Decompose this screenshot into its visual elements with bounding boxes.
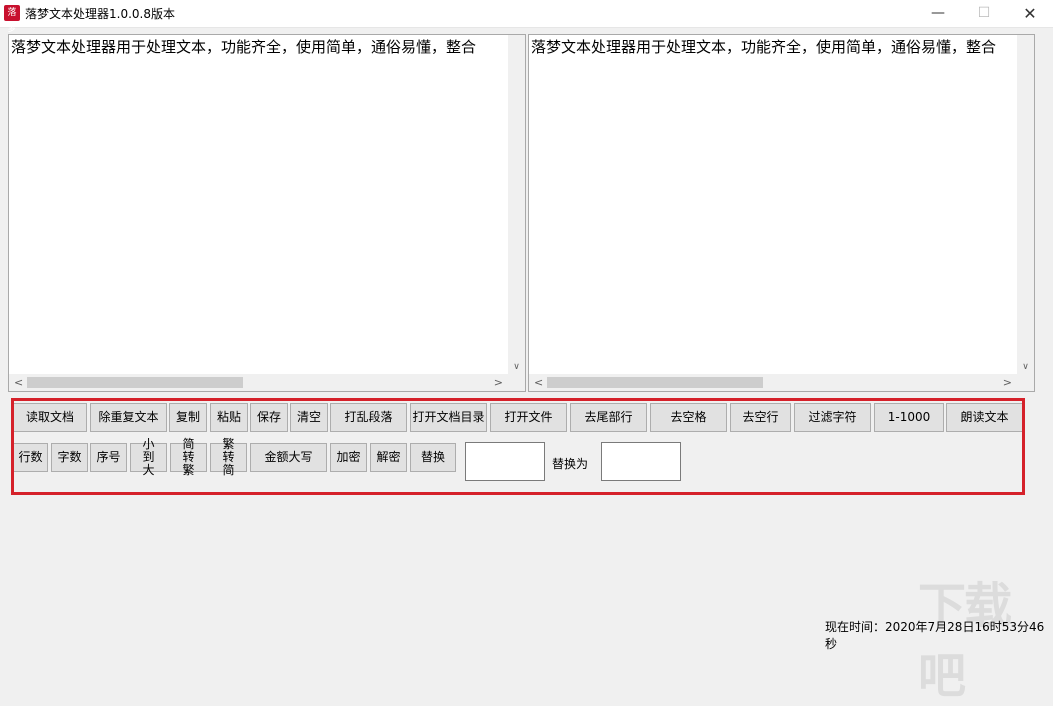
minimize-button[interactable]: — (915, 0, 961, 27)
scroll-left-icon[interactable]: < (534, 376, 543, 389)
result-horizontal-scrollbar[interactable]: < > (529, 374, 1034, 391)
close-button[interactable]: ✕ (1007, 0, 1053, 27)
scroll-right-icon[interactable]: > (494, 376, 503, 389)
scroll-down-icon[interactable]: ∨ (508, 362, 525, 372)
current-time-status: 现在时间：2020年7月28日16时53分46秒 (825, 620, 1045, 651)
source-horizontal-scrollbar[interactable]: < > (9, 374, 525, 391)
result-vertical-scrollbar[interactable]: ∨ (1017, 35, 1034, 374)
result-text-editor[interactable]: 落梦文本处理器用于处理文本，功能齐全，使用简单，通俗易懂，整合 ∨ < > (528, 34, 1035, 392)
source-vertical-scrollbar[interactable]: ∨ (508, 35, 525, 374)
scroll-right-icon[interactable]: > (1003, 376, 1012, 389)
scroll-thumb[interactable] (547, 377, 763, 388)
source-text-editor[interactable]: 落梦文本处理器用于处理文本，功能齐全，使用简单，通俗易懂，整合 ∨ < > (8, 34, 526, 392)
toolbar-highlight-frame (11, 398, 1025, 495)
scroll-left-icon[interactable]: < (14, 376, 23, 389)
scroll-thumb[interactable] (27, 377, 243, 388)
app-logo-icon: 落梦 (4, 5, 20, 34)
window-title: 落梦文本处理器1.0.0.8版本 (25, 7, 175, 21)
scroll-down-icon[interactable]: ∨ (1017, 362, 1034, 372)
result-text-content[interactable]: 落梦文本处理器用于处理文本，功能齐全，使用简单，通俗易懂，整合 (531, 37, 1016, 57)
maximize-button[interactable]: ☐ (961, 0, 1007, 27)
source-text-content[interactable]: 落梦文本处理器用于处理文本，功能齐全，使用简单，通俗易懂，整合 (11, 37, 507, 57)
title-bar: 落梦 落梦文本处理器1.0.0.8版本 — ☐ ✕ (0, 0, 1053, 34)
